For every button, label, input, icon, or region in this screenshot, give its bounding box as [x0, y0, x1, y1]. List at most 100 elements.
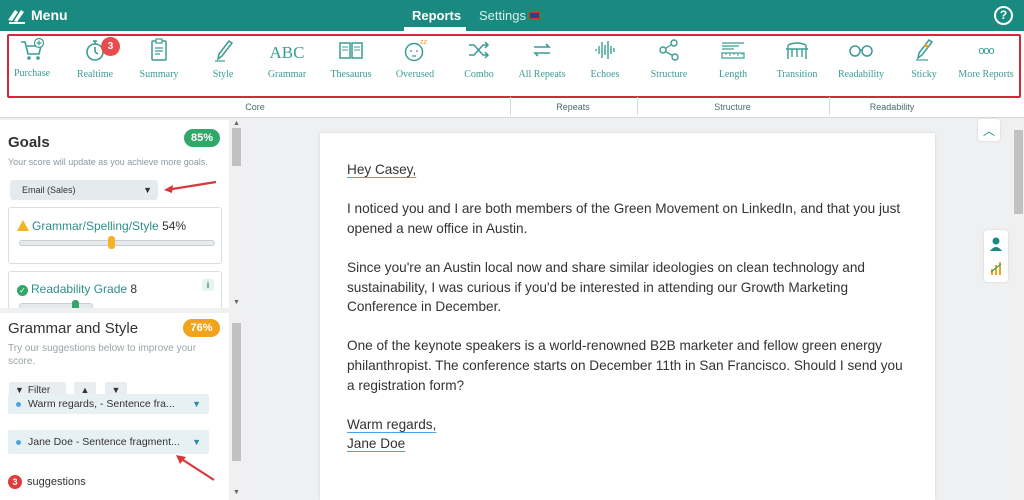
- glasses-icon: [849, 45, 873, 57]
- tool-echoes[interactable]: Echoes: [573, 35, 637, 85]
- tool-label: Length: [718, 69, 748, 80]
- right-rail: [984, 230, 1008, 282]
- tool-realtime[interactable]: 3 Realtime: [63, 35, 127, 85]
- signature-line[interactable]: Jane Doe: [347, 436, 405, 451]
- group-divider: [637, 97, 638, 115]
- metric-slider-thumb[interactable]: [108, 236, 116, 249]
- chart-bars-icon[interactable]: [989, 260, 1003, 276]
- suggestion-count-label: suggestions: [27, 476, 86, 488]
- tool-grammar[interactable]: ABC Grammar: [255, 35, 319, 85]
- group-divider: [829, 97, 830, 115]
- realtime-badge: 3: [101, 37, 120, 56]
- tool-style[interactable]: Style: [191, 35, 255, 85]
- clipboard-icon: [151, 38, 167, 61]
- collapse-toolbar-button[interactable]: ︿: [978, 119, 1000, 141]
- metric-value: 8: [130, 282, 138, 296]
- user-icon[interactable]: [989, 236, 1003, 252]
- goals-card: Goals 85% Your score will update as you …: [0, 120, 229, 308]
- tool-label: Combo: [464, 69, 494, 80]
- tool-structure[interactable]: Structure: [637, 35, 701, 85]
- tool-all-repeats[interactable]: All Repeats: [510, 35, 574, 85]
- goal-type-value: Email (Sales): [22, 185, 76, 195]
- metric-grammar-spelling-style[interactable]: Grammar/Spelling/Style 54%: [8, 207, 222, 264]
- tool-overused[interactable]: zz Overused: [383, 35, 447, 85]
- sticky-pen-icon: [916, 38, 934, 61]
- group-label-repeats: Repeats: [556, 102, 590, 112]
- scroll-down-icon[interactable]: ▼: [233, 299, 240, 306]
- prowritingaid-logo-icon[interactable]: [6, 6, 28, 26]
- tool-label: Grammar: [267, 69, 307, 80]
- tool-label: Overused: [395, 69, 435, 80]
- grammar-style-subtitle: Try our suggestions below to improve you…: [8, 343, 197, 367]
- metric-label: Grammar/Spelling/Style: [32, 219, 159, 233]
- menu-button[interactable]: Menu: [31, 7, 68, 23]
- paragraph[interactable]: One of the keynote speakers is a world-r…: [347, 336, 912, 395]
- bullet-icon: [16, 402, 21, 407]
- sleepy-face-icon: zz: [404, 39, 428, 62]
- metric-readability-grade[interactable]: ✓ Readability Grade 8 i: [8, 271, 222, 308]
- help-icon[interactable]: ?: [994, 6, 1013, 25]
- metric-label: Readability Grade: [31, 282, 128, 296]
- grammar-score-badge: 76%: [183, 319, 220, 337]
- tool-label: Readability: [837, 69, 885, 80]
- closing-line[interactable]: Warm regards,: [347, 417, 436, 432]
- suggestion-item[interactable]: Jane Doe - Sentence fragment... ▼: [8, 430, 209, 454]
- tool-readability[interactable]: Readability: [829, 35, 893, 85]
- grammar-style-title: Grammar and Style: [8, 320, 139, 337]
- paragraph[interactable]: I noticed you and I are both members of …: [347, 199, 912, 238]
- suggestion-item[interactable]: Warm regards, - Sentence fra... ▼: [8, 394, 209, 414]
- more-icon: ooo: [978, 45, 994, 57]
- warning-icon: [17, 220, 29, 231]
- tool-label: All Repeats: [518, 69, 566, 80]
- tool-label: Sticky: [911, 69, 937, 80]
- shuffle-icon: [469, 41, 490, 59]
- tab-settings[interactable]: Settings: [479, 8, 540, 23]
- tool-purchase[interactable]: Purchase: [0, 35, 64, 85]
- tab-reports[interactable]: Reports: [412, 8, 461, 23]
- document-page[interactable]: Hey Casey, I noticed you and I are both …: [320, 133, 935, 500]
- svg-text:zz: zz: [420, 39, 428, 46]
- suggestion-text: Jane Doe - Sentence fragment...: [28, 436, 180, 448]
- tool-length[interactable]: Length: [701, 35, 765, 85]
- scroll-down-icon[interactable]: ▼: [233, 489, 240, 496]
- suggestion-count-badge: 3: [8, 475, 22, 489]
- tool-label: Echoes: [590, 69, 620, 80]
- group-label-structure: Structure: [714, 102, 751, 112]
- bridge-icon: [786, 42, 808, 59]
- tool-label: Purchase: [13, 68, 51, 79]
- soundwave-icon: [595, 41, 615, 59]
- goals-scroll-thumb[interactable]: [232, 128, 241, 166]
- tool-label: Summary: [139, 69, 179, 80]
- repeat-icon: [533, 43, 551, 57]
- check-circle-icon: ✓: [17, 285, 28, 296]
- tool-label: Thesaurus: [330, 69, 372, 80]
- metric-title: Grammar/Spelling/Style 54%: [17, 219, 186, 233]
- goal-type-select[interactable]: Email (Sales) ▼: [10, 180, 158, 200]
- goals-score-badge: 85%: [184, 129, 220, 147]
- grammar-scroll-thumb[interactable]: [232, 323, 241, 461]
- tool-sticky[interactable]: Sticky: [892, 35, 956, 85]
- chevron-down-icon: ▼: [143, 185, 152, 195]
- metric-value: 54%: [162, 219, 187, 233]
- chevron-down-icon: ▼: [192, 437, 201, 447]
- tool-label: Style: [212, 69, 234, 80]
- scroll-up-icon[interactable]: ▲: [233, 120, 240, 127]
- info-icon[interactable]: i: [202, 279, 214, 291]
- metric-title: ✓ Readability Grade 8: [17, 282, 137, 296]
- left-panel: Goals 85% Your score will update as you …: [0, 118, 243, 500]
- tool-thesaurus[interactable]: Thesaurus: [319, 35, 383, 85]
- tool-transition[interactable]: Transition: [765, 35, 829, 85]
- paragraph[interactable]: Since you're an Austin local now and sha…: [347, 258, 912, 317]
- document-scroll-thumb[interactable]: [1014, 130, 1023, 214]
- tool-combo[interactable]: Combo: [447, 35, 511, 85]
- greeting-line[interactable]: Hey Casey,: [347, 162, 416, 177]
- annotation-arrow-icon: [176, 455, 215, 481]
- metric-slider-thumb[interactable]: [71, 300, 79, 308]
- metric-slider-track: [19, 240, 215, 246]
- document-text[interactable]: Hey Casey, I noticed you and I are both …: [347, 160, 912, 454]
- book-icon: [339, 42, 363, 59]
- tool-summary[interactable]: Summary: [127, 35, 191, 85]
- tool-more-reports[interactable]: ooo More Reports: [954, 35, 1018, 85]
- group-label-core: Core: [245, 102, 265, 112]
- uk-flag-icon: [528, 12, 540, 19]
